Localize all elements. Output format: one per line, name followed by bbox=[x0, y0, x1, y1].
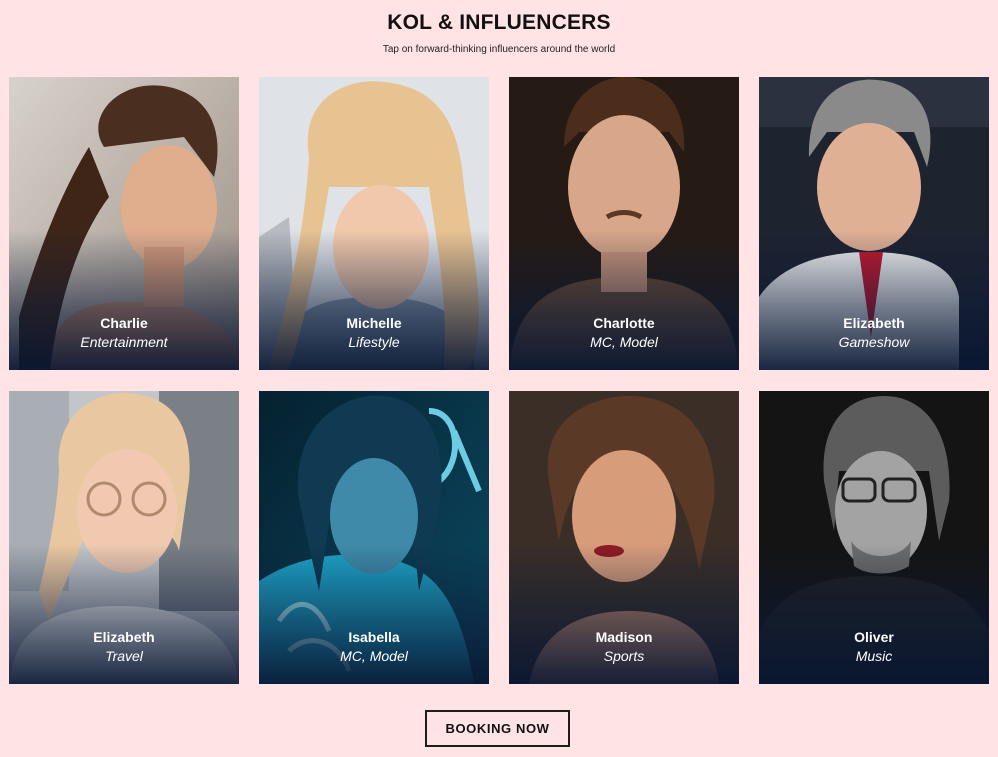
influencer-category: Sports bbox=[603, 648, 645, 664]
influencer-category: Travel bbox=[105, 648, 143, 664]
influencer-name: Charlie bbox=[100, 315, 148, 331]
influencer-name: Madison bbox=[595, 629, 653, 645]
influencer-name: Elizabeth bbox=[93, 629, 155, 645]
influencer-name: Charlotte bbox=[593, 315, 655, 331]
influencer-card[interactable]: Charlie Entertainment bbox=[9, 77, 239, 370]
influencer-card[interactable]: Madison Sports bbox=[509, 391, 739, 684]
influencer-card[interactable]: Isabella MC, Model bbox=[259, 391, 489, 684]
influencer-name: Isabella bbox=[348, 629, 400, 645]
influencer-category: MC, Model bbox=[590, 334, 658, 350]
influencer-category: Entertainment bbox=[80, 334, 168, 350]
influencer-card[interactable]: Charlotte MC, Model bbox=[509, 77, 739, 370]
influencer-name: Oliver bbox=[854, 629, 894, 645]
influencer-card[interactable]: Elizabeth Gameshow bbox=[759, 77, 989, 370]
influencer-category: Gameshow bbox=[838, 334, 910, 350]
influencer-name: Elizabeth bbox=[843, 315, 905, 331]
influencer-grid: Charlie Entertainment Michelle Lifestyle bbox=[9, 77, 989, 684]
influencer-category: Lifestyle bbox=[348, 334, 400, 350]
influencer-card[interactable]: Oliver Music bbox=[759, 391, 989, 684]
influencer-category: Music bbox=[855, 648, 893, 664]
page-title: KOL & INFLUENCERS bbox=[387, 11, 611, 34]
influencer-category: MC, Model bbox=[340, 648, 408, 664]
influencer-name: Michelle bbox=[346, 315, 402, 331]
booking-now-button[interactable]: BOOKING NOW bbox=[425, 710, 570, 747]
influencer-card[interactable]: Elizabeth Travel bbox=[9, 391, 239, 684]
influencer-card[interactable]: Michelle Lifestyle bbox=[259, 77, 489, 370]
page-subtitle: Tap on forward-thinking influencers arou… bbox=[382, 44, 616, 55]
